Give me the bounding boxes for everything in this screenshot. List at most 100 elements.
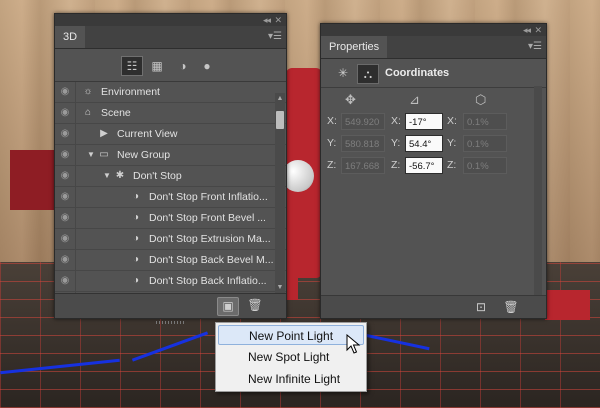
close-icon[interactable]: ✕ <box>274 14 282 26</box>
tab-properties[interactable]: Properties <box>321 36 388 58</box>
properties-panel: ◂◂ ✕ Properties ▾☰ ✳ ⛬ Coordinates ✥ ⊿ ⬡… <box>320 23 547 319</box>
scene-layer-list: ◉ ☼ Environment ◉ ⌂ Scene ◉ ▶ Current View ◉ ▼ ▭ New… <box>55 82 286 313</box>
coordinate-row: Z: 167.668 Z: -56.7° Z: 0.1% <box>321 156 546 178</box>
rotation-field[interactable]: -56.7° <box>405 157 443 174</box>
visibility-eye-icon[interactable]: ◉ <box>55 82 76 102</box>
layer-label: Don't Stop Front Inflatio... <box>149 191 268 203</box>
layer-row[interactable]: ◉ ◑ Don't Stop Back Bevel M... <box>55 250 286 271</box>
red-extrusion <box>10 150 54 210</box>
scale-axis-label: X: <box>447 115 457 127</box>
rotation-axis-label: X: <box>391 115 401 127</box>
layer-row[interactable]: ◉ ⌂ Scene <box>55 103 286 124</box>
close-icon[interactable]: ✕ <box>534 24 542 36</box>
properties-scrollbar[interactable] <box>534 86 542 296</box>
delete-icon[interactable]: 🗑 <box>501 299 521 316</box>
delete-icon[interactable]: 🗑 <box>245 297 265 314</box>
visibility-eye-icon[interactable]: ◉ <box>55 250 76 270</box>
light-props-icon[interactable]: ✳ <box>333 64 353 82</box>
layer-row[interactable]: ◉ ▼ ▭ New Group <box>55 145 286 166</box>
scale-field[interactable]: 0.1% <box>463 113 507 130</box>
scale-icon: ⬡ <box>475 92 487 107</box>
collapse-icon[interactable]: ◂◂ <box>523 24 531 36</box>
position-field[interactable]: 580.818 <box>341 135 385 152</box>
render-icon[interactable]: ⊡ <box>471 299 491 316</box>
rotate-icon: ⊿ <box>409 92 420 107</box>
position-field[interactable]: 549.920 <box>341 113 385 130</box>
visibility-eye-icon[interactable]: ◉ <box>55 187 76 207</box>
mesh-icon: ✱ <box>115 170 125 181</box>
add-light-icon[interactable]: ▣ <box>217 297 239 316</box>
menu-item-new-infinite-light[interactable]: New Infinite Light <box>218 369 364 389</box>
material-icon: ◑ <box>132 275 140 286</box>
scroll-down-icon[interactable]: ▼ <box>275 284 285 291</box>
panel-topbar[interactable]: ◂◂ ✕ <box>321 24 546 36</box>
layer-row[interactable]: ◉ ☼ Environment <box>55 82 286 103</box>
scene-icon: ⌂ <box>84 107 92 118</box>
layer-label: Environment <box>101 86 160 98</box>
panel-menu-icon[interactable]: ▾☰ <box>528 41 542 52</box>
properties-title: Coordinates <box>385 67 450 79</box>
panel-menu-icon[interactable]: ▾☰ <box>268 31 282 42</box>
folder-icon: ▭ <box>99 149 109 160</box>
tab-3d[interactable]: 3D <box>55 26 86 48</box>
environment-icon: ☼ <box>83 86 93 97</box>
menu-item-new-point-light[interactable]: New Point Light <box>218 325 364 345</box>
visibility-eye-icon[interactable]: ◉ <box>55 271 76 291</box>
layer-row[interactable]: ◉ ◑ Don't Stop Back Inflatio... <box>55 271 286 292</box>
visibility-eye-icon[interactable]: ◉ <box>55 124 76 144</box>
panel-bottombar: ⊡ 🗑 <box>321 295 546 318</box>
expand-triangle-icon[interactable]: ▼ <box>87 145 95 165</box>
position-axis-label: X: <box>327 115 337 127</box>
resize-grip[interactable] <box>155 321 186 324</box>
position-field[interactable]: 167.668 <box>341 157 385 174</box>
material-icon: ◑ <box>132 191 140 202</box>
rotation-field[interactable]: 54.4° <box>405 135 443 152</box>
visibility-eye-icon[interactable]: ◉ <box>55 166 76 186</box>
lights-icon[interactable]: ● <box>197 57 217 75</box>
layer-label: Current View <box>117 128 178 140</box>
visibility-eye-icon[interactable]: ◉ <box>55 229 76 249</box>
material-icon: ◑ <box>132 233 140 244</box>
3d-panel: ◂◂ ✕ 3D ▾☰ ☷ ▦ ◑ ● ◉ ☼ Environment ◉ ⌂ Scene ◉… <box>54 13 287 324</box>
position-axis-label: Y: <box>327 137 337 149</box>
coordinate-row: Y: 580.818 Y: 54.4° Y: 0.1% <box>321 134 546 156</box>
layer-label: Don't Stop Back Bevel M... <box>149 254 274 266</box>
scroll-thumb[interactable] <box>276 111 284 129</box>
scale-field[interactable]: 0.1% <box>463 135 507 152</box>
meshes-icon[interactable]: ▦ <box>147 57 167 75</box>
coordinate-column-icons: ✥ ⊿ ⬡ <box>321 88 546 112</box>
coordinates-icon[interactable]: ⛬ <box>357 64 379 84</box>
layer-label: Don't Stop Front Bevel ... <box>149 212 266 224</box>
layer-row[interactable]: ◉ ◑ Don't Stop Front Bevel ... <box>55 208 286 229</box>
camera-icon: ▶ <box>100 128 108 139</box>
layer-label: New Group <box>117 149 171 161</box>
layer-label: Don't Stop Back Inflatio... <box>149 275 267 287</box>
visibility-eye-icon[interactable]: ◉ <box>55 208 76 228</box>
layer-row[interactable]: ◉ ◑ Don't Stop Front Inflatio... <box>55 187 286 208</box>
scale-axis-label: Y: <box>447 137 457 149</box>
material-icon: ◑ <box>132 212 140 223</box>
rotation-field[interactable]: -17° <box>405 113 443 130</box>
panel-bottombar: ▣ 🗑 <box>55 293 286 324</box>
panel-topbar[interactable]: ◂◂ ✕ <box>55 14 286 26</box>
properties-header: ✳ ⛬ Coordinates <box>321 59 546 88</box>
materials-icon[interactable]: ◑ <box>173 57 193 75</box>
layer-row[interactable]: ◉ ▼ ✱ Don't Stop <box>55 166 286 187</box>
expand-triangle-icon[interactable]: ▼ <box>103 166 111 186</box>
layer-scrollbar[interactable]: ▲ ▼ <box>275 93 285 293</box>
add-light-menu: New Point Light New Spot Light New Infinit… <box>215 322 367 392</box>
visibility-eye-icon[interactable]: ◉ <box>55 145 76 165</box>
menu-item-new-spot-light[interactable]: New Spot Light <box>218 347 364 367</box>
scale-field[interactable]: 0.1% <box>463 157 507 174</box>
mouse-cursor-icon <box>346 334 361 354</box>
whole-scene-icon[interactable]: ☷ <box>121 56 143 76</box>
position-axis-label: Z: <box>327 159 337 171</box>
visibility-eye-icon[interactable]: ◉ <box>55 103 76 123</box>
layer-row[interactable]: ◉ ▶ Current View <box>55 124 286 145</box>
collapse-icon[interactable]: ◂◂ <box>263 14 271 26</box>
layer-row[interactable]: ◉ ◑ Don't Stop Extrusion Ma... <box>55 229 286 250</box>
material-icon: ◑ <box>132 254 140 265</box>
scroll-up-icon[interactable]: ▲ <box>275 95 285 102</box>
rotation-axis-label: Y: <box>391 137 401 149</box>
move-icon: ✥ <box>345 92 356 107</box>
